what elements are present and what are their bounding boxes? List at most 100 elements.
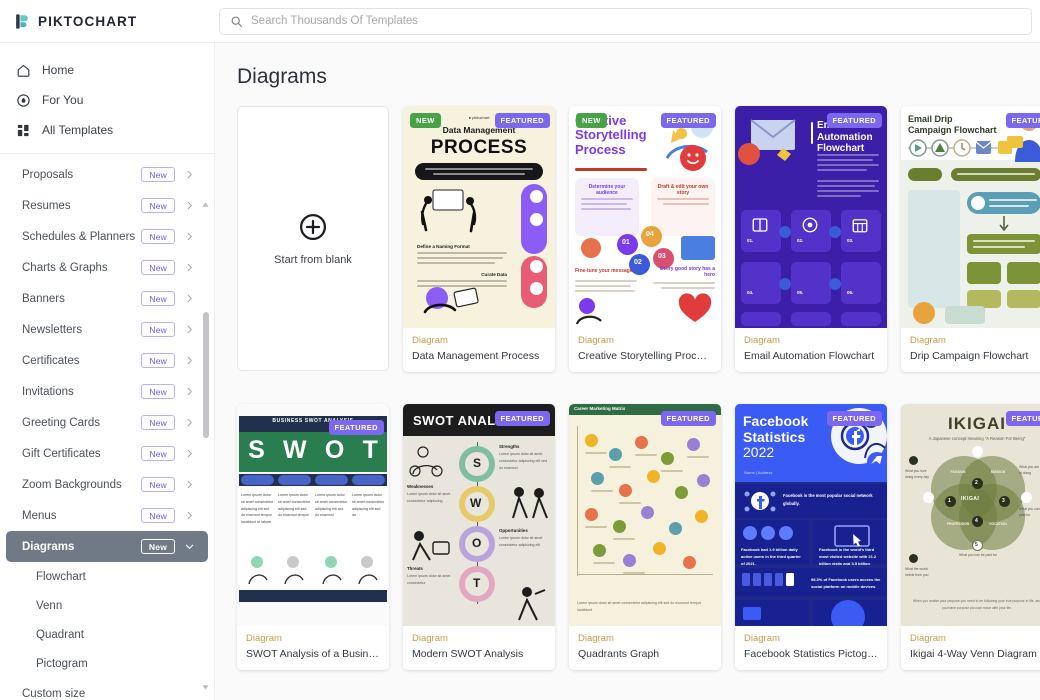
sidebar-primary-nav: Home For You All Templates [0, 43, 214, 154]
brand-logo[interactable]: PIKTOCHART [0, 13, 215, 30]
sidebar-category-banners[interactable]: Banners New [6, 283, 208, 314]
template-card[interactable]: FacebookStatistics2022 Name | Address [735, 404, 887, 670]
chevron-right-icon [187, 511, 192, 520]
template-meta: Diagram Quadrants Graph [569, 626, 721, 670]
sidebar-category-label: Proposals [22, 168, 74, 181]
template-meta: Diagram Ikigai 4-Way Venn Diagram [901, 626, 1040, 670]
sidebar-category-newsletters[interactable]: Newsletters New [6, 314, 208, 345]
template-type: Diagram [578, 335, 614, 346]
sidebar-subitem-label: Quadrant [36, 628, 84, 641]
search-box[interactable] [219, 7, 1032, 35]
template-thumbnail: Email AutomationFlowchart [735, 106, 887, 328]
scroll-down-icon[interactable] [201, 683, 210, 692]
search-input[interactable] [251, 15, 1021, 27]
chevron-right-icon [187, 449, 192, 458]
sidebar-category-certificates[interactable]: Certificates New [6, 345, 208, 376]
start-from-blank-card[interactable]: Start from blank [237, 106, 389, 371]
sidebar-category-menus[interactable]: Menus New [6, 500, 208, 531]
sidebar-category-label: Diagrams [22, 540, 75, 553]
new-badge: NEW [576, 113, 607, 128]
sidebar-category-schedules-planners[interactable]: Schedules & Planners New [6, 221, 208, 252]
new-badge: New [141, 229, 175, 244]
sidebar-category-label: Menus [22, 509, 57, 522]
scrollbar-thumb[interactable] [202, 312, 209, 438]
template-type: Diagram [744, 335, 780, 346]
featured-badge: FEATURED [660, 113, 716, 128]
sidebar-category-list[interactable]: Proposals New Resumes New Schedules & Pl… [0, 154, 214, 700]
sidebar-category-label: Schedules & Planners [22, 230, 136, 243]
template-name: Data Management Process [412, 350, 540, 362]
chevron-right-icon [187, 232, 192, 241]
sidebar-category-label: Banners [22, 292, 65, 305]
sidebar-item-home[interactable]: Home [0, 55, 214, 85]
template-thumbnail: CreativeStorytellingProcess [569, 106, 721, 328]
chevron-right-icon [187, 418, 192, 427]
sidebar-item-for-you[interactable]: For You [0, 85, 214, 115]
chevron-right-icon [187, 387, 192, 396]
template-thumbnail: SWOT ANALYSIS S W O T Strengths Lorem ip… [403, 404, 555, 626]
sidebar-category-charts-graphs[interactable]: Charts & Graphs New [6, 252, 208, 283]
template-card[interactable]: CreativeStorytellingProcess [569, 106, 721, 372]
sidebar-item-all-templates[interactable]: All Templates [0, 115, 214, 145]
template-card[interactable]: SWOT ANALYSIS S W O T Strengths Lorem ip… [403, 404, 555, 670]
featured-badge: FEATURED [1005, 113, 1040, 128]
featured-badge: FEATURED [1005, 411, 1040, 426]
new-badge: New [141, 353, 175, 368]
template-card[interactable]: ● piktochart Data Management PROCESS Def… [403, 106, 555, 372]
sidebar-scrollbar[interactable] [201, 200, 210, 692]
brand-name: PIKTOCHART [38, 13, 138, 29]
template-name: Drip Campaign Flowchart [910, 350, 1029, 362]
sidebar-category-diagrams[interactable]: Diagrams New [6, 531, 208, 562]
template-card[interactable]: Email Drip Campaign Flowchart FEATU Diag… [901, 106, 1040, 372]
chevron-right-icon [187, 263, 192, 272]
sidebar-category-gift-certificates[interactable]: Gift Certificates New [6, 438, 208, 469]
new-badge: New [141, 384, 175, 399]
sidebar-category-greeting-cards[interactable]: Greeting Cards New [6, 407, 208, 438]
template-name: Quadrants Graph [578, 648, 660, 660]
template-thumbnail: IKIGAI A Japanese concept meaning "A Rea… [901, 404, 1040, 626]
app-root: PIKTOCHART Home [0, 0, 1040, 700]
template-name: Email Automation Flowchart [744, 350, 875, 362]
template-type: Diagram [412, 633, 448, 644]
new-badge: New [141, 446, 175, 461]
featured-badge: FEATURED [494, 411, 550, 426]
template-thumbnail: Career Marketing Matrix Lorem ipsum dolo… [569, 404, 721, 626]
template-type: Diagram [910, 633, 946, 644]
template-name: Ikigai 4-Way Venn Diagram [910, 648, 1037, 660]
sidebar-item-label: For You [42, 93, 84, 107]
featured-badge: FEATURED [494, 113, 550, 128]
page-title: Diagrams [237, 65, 327, 88]
template-meta: Diagram Modern SWOT Analysis [403, 626, 555, 670]
sidebar-category-resumes[interactable]: Resumes New [6, 190, 208, 221]
template-type: Diagram [578, 633, 614, 644]
new-badge: New [141, 260, 175, 275]
chevron-right-icon [187, 294, 192, 303]
sidebar-item-label: Home [42, 63, 75, 77]
for-you-icon [17, 93, 30, 107]
sidebar-subitem-quadrant[interactable]: Quadrant [6, 620, 208, 649]
chevron-right-icon [187, 325, 192, 334]
scroll-up-icon[interactable] [201, 200, 210, 209]
new-badge: New [141, 415, 175, 430]
plus-circle-icon [300, 213, 326, 240]
sidebar-category-zoom-backgrounds[interactable]: Zoom Backgrounds New [6, 469, 208, 500]
sidebar-category-label: Zoom Backgrounds [22, 478, 122, 491]
new-badge: New [141, 508, 175, 523]
chevron-right-icon [187, 201, 192, 210]
sidebar-category-label: Custom size [22, 687, 86, 700]
template-card[interactable]: IKIGAI A Japanese concept meaning "A Rea… [901, 404, 1040, 670]
template-card[interactable]: BUSINESS SWOT ANALYSIS SWOT Lorem ipsum … [237, 404, 389, 670]
template-meta: Diagram Creative Storytelling Process [569, 328, 721, 372]
template-meta: Diagram Data Management Process [403, 328, 555, 372]
sidebar-category-invitations[interactable]: Invitations New [6, 376, 208, 407]
sidebar-subitem-flowchart[interactable]: Flowchart [6, 562, 208, 591]
template-card[interactable]: Career Marketing Matrix Lorem ipsum dolo… [569, 404, 721, 670]
template-type: Diagram [910, 335, 946, 346]
new-badge: New [141, 477, 175, 492]
sidebar-custom-size[interactable]: Custom size [6, 678, 208, 700]
sidebar-subitem-venn[interactable]: Venn [6, 591, 208, 620]
sidebar-subitem-pictogram[interactable]: Pictogram [6, 649, 208, 678]
sidebar-category-proposals[interactable]: Proposals New [6, 159, 208, 190]
template-card[interactable]: Email AutomationFlowchart [735, 106, 887, 372]
grid-icon [17, 124, 29, 136]
